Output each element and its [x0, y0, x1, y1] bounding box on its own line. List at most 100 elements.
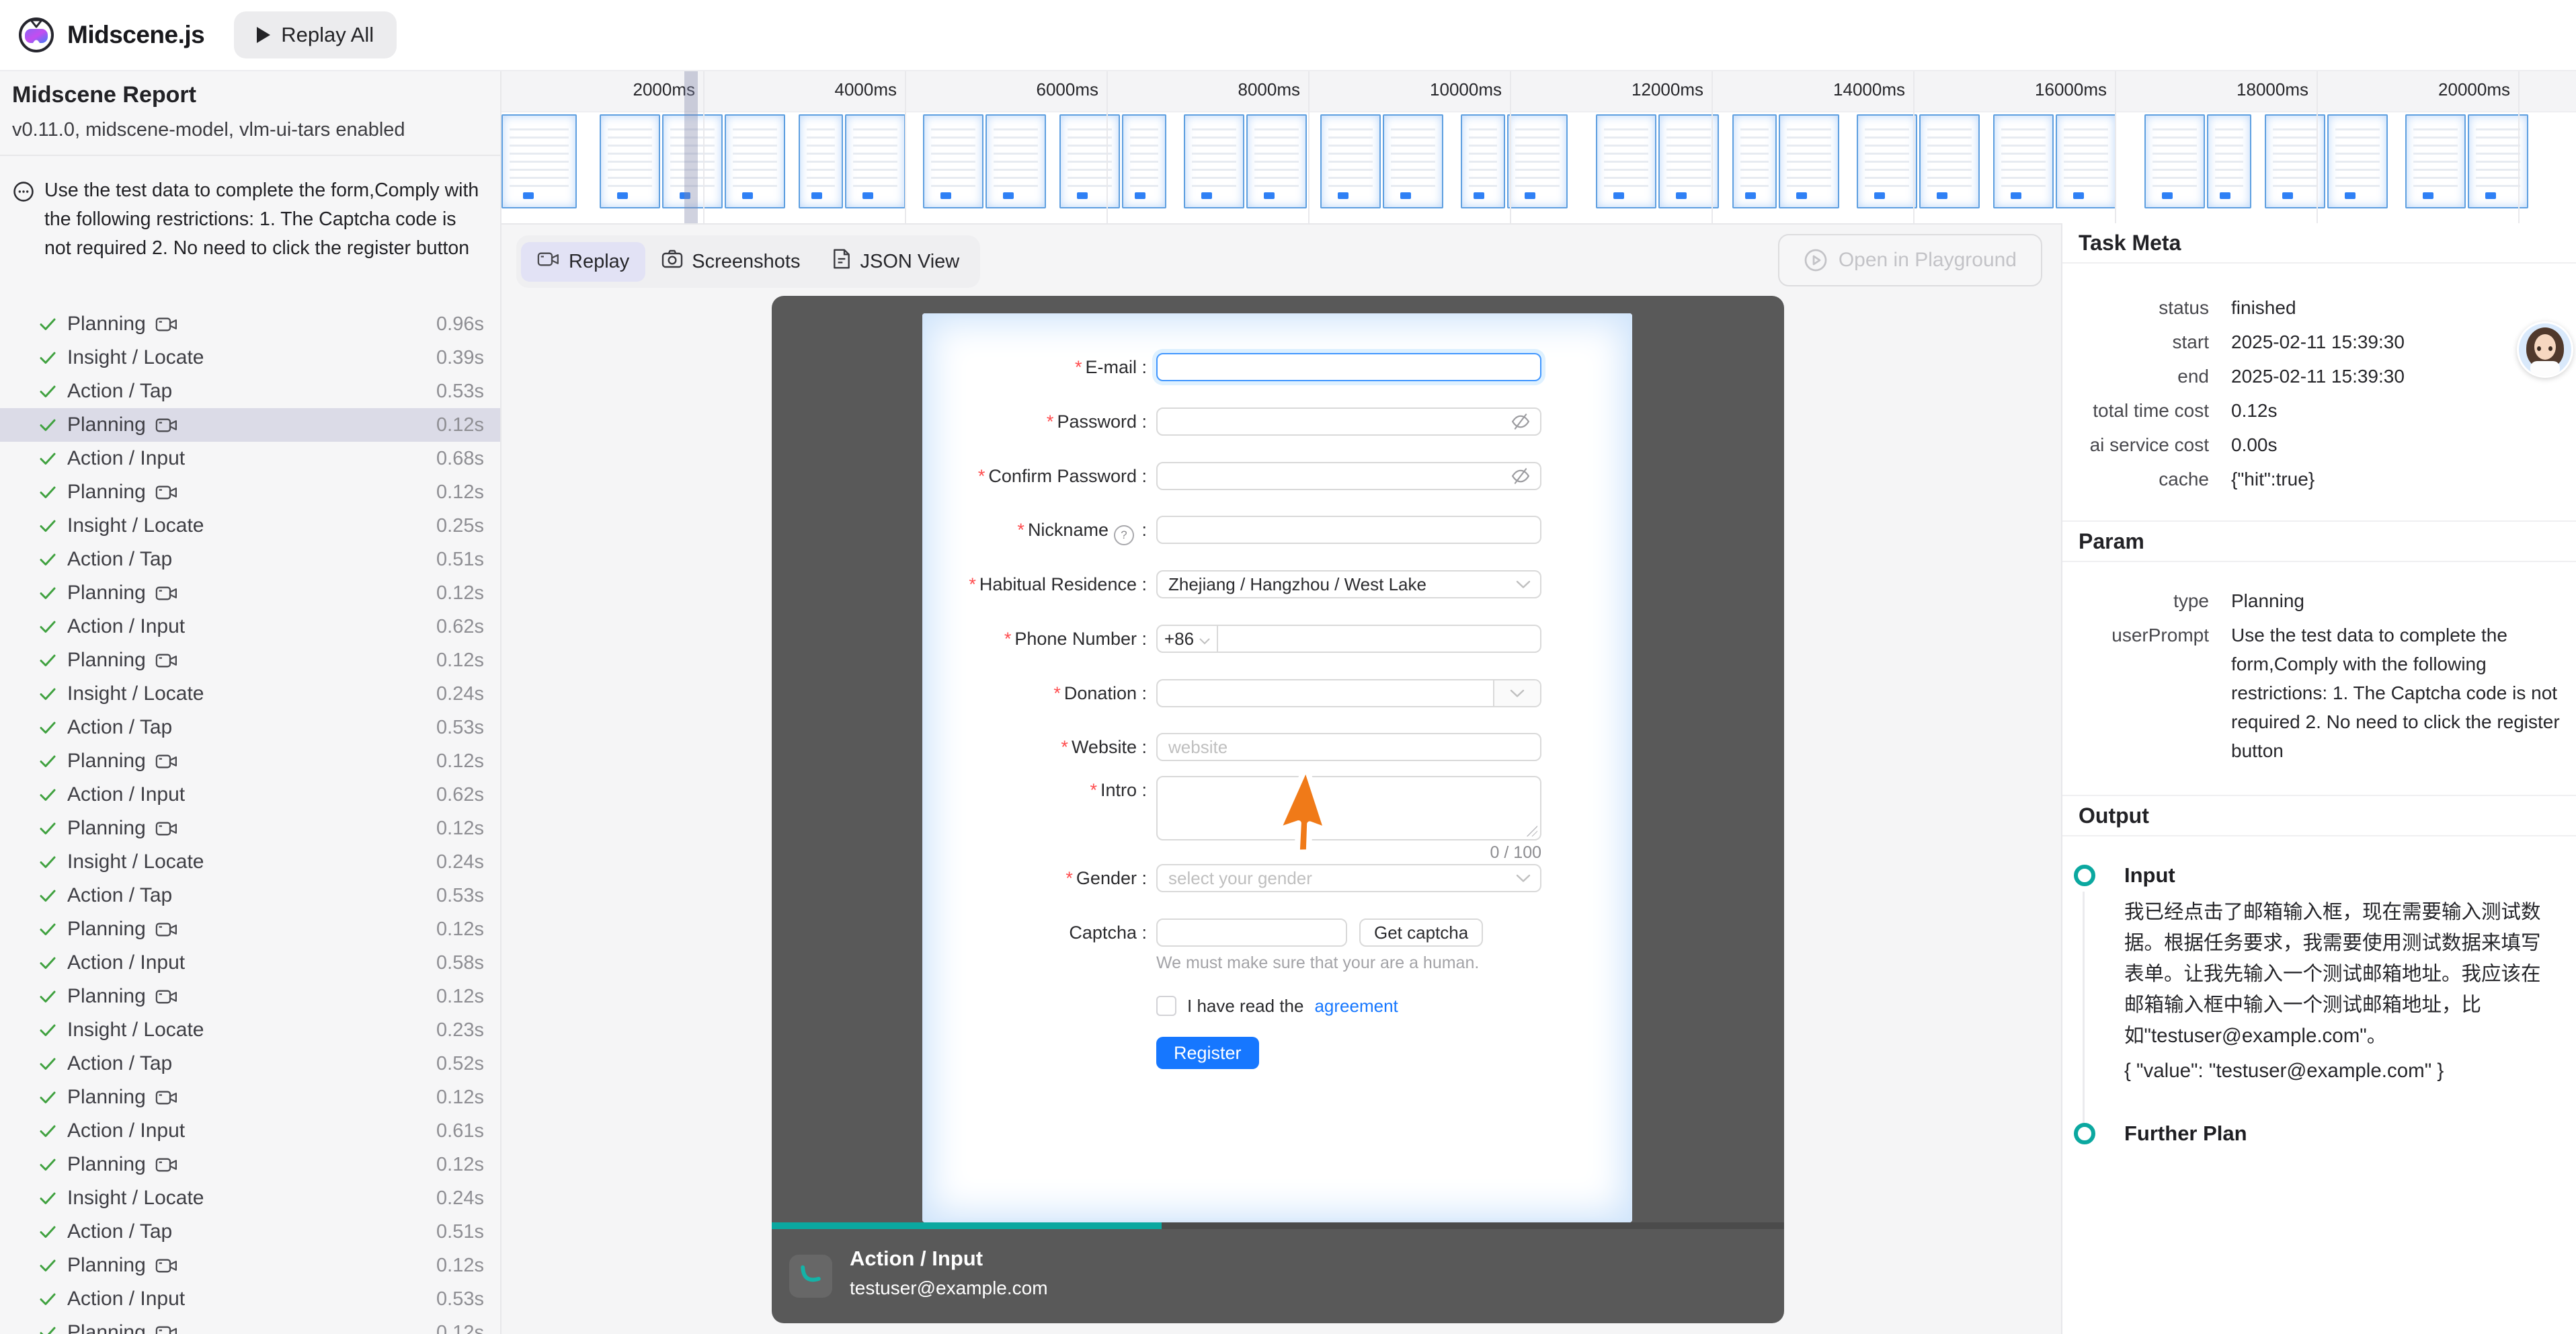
tab-replay[interactable]: Replay	[521, 242, 645, 282]
password-input[interactable]	[1156, 407, 1541, 436]
tab-screenshots[interactable]: Screenshots	[645, 241, 816, 282]
timeline-thumbnail[interactable]	[923, 114, 983, 208]
timeline-thumbnail[interactable]	[2144, 114, 2205, 208]
gender-select[interactable]: select your gender	[1156, 864, 1541, 892]
timeline-thumbnail[interactable]	[1507, 114, 1568, 208]
step-row-action-tap[interactable]: Action / Tap0.53s	[0, 375, 500, 408]
step-row-action-input[interactable]: Action / Input0.61s	[0, 1114, 500, 1148]
timeline-thumbnail[interactable]	[1383, 114, 1443, 208]
timeline-thumbnail[interactable]	[1059, 114, 1120, 208]
question-circle-icon[interactable]: ?	[1114, 525, 1134, 545]
video-camera-icon	[155, 1089, 178, 1107]
param-key: userPrompt	[2062, 621, 2231, 650]
step-row-planning[interactable]: Planning0.12s	[0, 643, 500, 677]
step-row-planning[interactable]: Planning0.12s	[0, 576, 500, 610]
step-row-planning[interactable]: Planning0.12s	[0, 1148, 500, 1181]
step-row-planning[interactable]: Planning0.12s	[0, 744, 500, 778]
detail-panel: Task Meta statusfinishedstart2025-02-11 …	[2061, 223, 2576, 1334]
step-label: Planning	[67, 750, 146, 773]
timeline-thumbnail[interactable]	[600, 114, 660, 208]
timeline-thumbnail[interactable]	[1779, 114, 1839, 208]
captcha-input[interactable]	[1156, 918, 1347, 947]
step-row-action-tap[interactable]: Action / Tap0.52s	[0, 1047, 500, 1081]
step-row-planning[interactable]: Planning0.12s	[0, 912, 500, 946]
replay-all-button[interactable]: Replay All	[234, 11, 397, 58]
form-label-e-mail: *E-mail :	[922, 353, 1147, 381]
phone-number-group: +86	[1156, 625, 1541, 653]
step-row-planning[interactable]: Planning0.12s	[0, 1249, 500, 1282]
step-row-action-tap[interactable]: Action / Tap0.53s	[0, 879, 500, 912]
agreement-link[interactable]: agreement	[1314, 996, 1398, 1017]
resize-grip-icon[interactable]	[1527, 826, 1537, 836]
step-row-action-tap[interactable]: Action / Tap0.51s	[0, 543, 500, 576]
timeline-thumbnail[interactable]	[1993, 114, 2054, 208]
step-row-action-input[interactable]: Action / Input0.53s	[0, 1282, 500, 1316]
assistant-avatar[interactable]	[2517, 321, 2573, 378]
nickname-input[interactable]	[1156, 516, 1541, 544]
eye-invisible-icon[interactable]	[1511, 411, 1531, 432]
step-row-insight-locate[interactable]: Insight / Locate0.39s	[0, 341, 500, 375]
agreement-checkbox[interactable]	[1156, 996, 1176, 1016]
step-row-planning[interactable]: Planning0.12s	[0, 1081, 500, 1114]
step-row-action-input[interactable]: Action / Input0.58s	[0, 946, 500, 980]
timeline-thumbnail[interactable]	[1122, 114, 1166, 208]
website-input[interactable]: website	[1156, 733, 1541, 761]
timeline-thumbnail[interactable]	[2327, 114, 2388, 208]
phone-prefix-select[interactable]: +86	[1158, 626, 1218, 652]
step-row-action-tap[interactable]: Action / Tap0.51s	[0, 1215, 500, 1249]
step-duration: 0.51s	[436, 1221, 484, 1243]
step-row-planning[interactable]: Planning0.12s	[0, 1316, 500, 1334]
timeline-thumbnail[interactable]	[1658, 114, 1719, 208]
confirm-password-input[interactable]	[1156, 462, 1541, 490]
task-meta-value: 0.12s	[2231, 396, 2576, 425]
step-row-insight-locate[interactable]: Insight / Locate0.24s	[0, 1181, 500, 1215]
step-row-planning[interactable]: Planning0.12s	[0, 408, 500, 442]
step-duration: 0.25s	[436, 515, 484, 537]
eye-invisible-icon[interactable]	[1511, 466, 1531, 486]
timeline-tick-label: 12000ms	[1515, 79, 1703, 102]
timeline-thumbnail[interactable]	[2207, 114, 2251, 208]
donation-input[interactable]	[1156, 679, 1541, 707]
timeline-thumbnail[interactable]	[985, 114, 1046, 208]
agreement-text: I have read the	[1187, 996, 1303, 1017]
donation-unit-select[interactable]	[1493, 680, 1540, 706]
timeline-thumbnail[interactable]	[1184, 114, 1244, 208]
timeline-thumbnail[interactable]	[1246, 114, 1307, 208]
timeline-thumbnail[interactable]	[1461, 114, 1505, 208]
thumbnail-form-lines	[1328, 122, 1373, 190]
step-row-insight-locate[interactable]: Insight / Locate0.24s	[0, 677, 500, 711]
tab-json-view[interactable]: JSON View	[816, 240, 975, 283]
step-row-planning[interactable]: Planning0.12s	[0, 475, 500, 509]
timeline-thumbnail[interactable]	[1320, 114, 1381, 208]
step-row-planning[interactable]: Planning0.12s	[0, 980, 500, 1013]
step-row-action-input[interactable]: Action / Input0.62s	[0, 610, 500, 643]
step-row-action-tap[interactable]: Action / Tap0.53s	[0, 711, 500, 744]
step-row-action-input[interactable]: Action / Input0.68s	[0, 442, 500, 475]
timeline-thumbnail[interactable]	[2405, 114, 2466, 208]
open-in-playground-button[interactable]: Open in Playground	[1778, 234, 2042, 286]
step-row-insight-locate[interactable]: Insight / Locate0.25s	[0, 509, 500, 543]
timeline-thumbnail[interactable]	[799, 114, 843, 208]
timeline-thumbnail[interactable]	[1857, 114, 1917, 208]
intro-textarea[interactable]	[1156, 776, 1541, 840]
habitual-residence-select[interactable]: Zhejiang / Hangzhou / West Lake	[1156, 570, 1541, 598]
timeline-thumbnail[interactable]	[1732, 114, 1777, 208]
timeline-thumbnail[interactable]	[1919, 114, 1980, 208]
timeline-thumbnail[interactable]	[845, 114, 905, 208]
timeline-thumbnail[interactable]	[2056, 114, 2116, 208]
timeline-thumbnail[interactable]	[725, 114, 785, 208]
timeline-thumbnail[interactable]	[501, 114, 577, 208]
step-row-action-input[interactable]: Action / Input0.62s	[0, 778, 500, 812]
register-button[interactable]: Register	[1156, 1037, 1259, 1069]
step-row-planning[interactable]: Planning0.12s	[0, 812, 500, 845]
timeline-playhead[interactable]	[684, 70, 698, 223]
step-row-insight-locate[interactable]: Insight / Locate0.23s	[0, 1013, 500, 1047]
e-mail-input[interactable]	[1156, 353, 1541, 381]
timeline-thumbnail[interactable]	[1596, 114, 1656, 208]
timeline-tick-label: 6000ms	[910, 79, 1098, 102]
replay-progress-track[interactable]	[772, 1222, 1784, 1229]
step-row-planning[interactable]: Planning0.96s	[0, 307, 500, 341]
get-captcha-button[interactable]: Get captcha	[1359, 918, 1483, 947]
step-row-insight-locate[interactable]: Insight / Locate0.24s	[0, 845, 500, 879]
current-action-title: Action / Input	[850, 1247, 983, 1271]
